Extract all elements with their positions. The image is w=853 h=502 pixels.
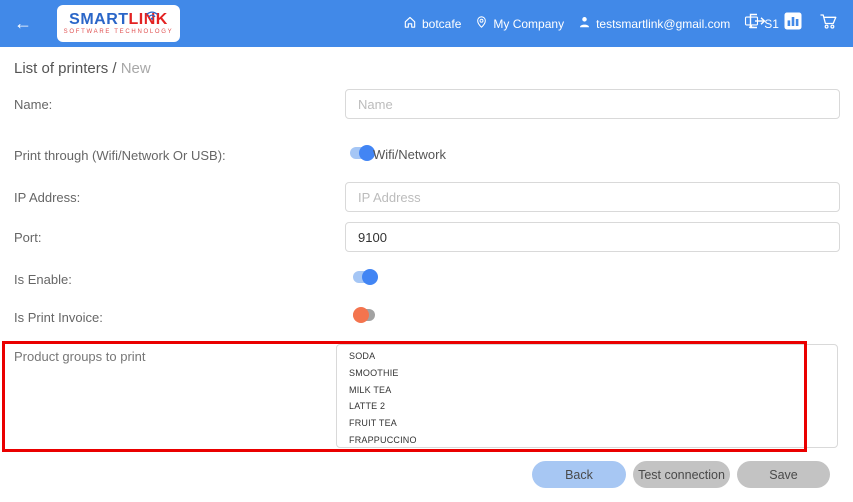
nav-item-label: testsmartlink@gmail.com (596, 16, 731, 31)
product-group-option[interactable]: LATTE 2 (349, 398, 837, 415)
smartlink-logo: SMARTLINK SOFTWARE TECHNOLOGY (57, 5, 180, 42)
user-icon (578, 15, 591, 32)
test-connection-button[interactable]: Test connection (633, 461, 730, 488)
product-group-option[interactable]: FRUIT TEA (349, 415, 837, 432)
print-through-label: Print through (Wifi/Network Or USB): (14, 148, 226, 163)
bar-chart-icon[interactable] (784, 12, 802, 35)
is-enable-toggle[interactable] (353, 269, 379, 285)
toggle-knob (353, 307, 369, 323)
port-label: Port: (14, 230, 42, 245)
nav-item-label: My Company (493, 16, 565, 31)
nav-item-account[interactable]: testsmartlink@gmail.com (578, 15, 730, 32)
product-group-option[interactable]: FRAPPUCCINO (349, 432, 837, 447)
breadcrumb-list-of-printers[interactable]: List of printers / (14, 60, 117, 77)
header-nav: botcafe My Company testsmartlink@gmail.c… (403, 0, 779, 47)
printer-new-page: ← SMARTLINK SOFTWARE TECHNOLOGY botcafe (0, 0, 853, 502)
is-print-invoice-label: Is Print Invoice: (14, 310, 103, 325)
product-groups-list[interactable]: SODA SMOOTHIE MILK TEA LATTE 2 FRUIT TEA FRAP… (336, 344, 838, 448)
back-button[interactable]: Back (532, 461, 626, 488)
cart-icon[interactable] (819, 13, 838, 35)
app-header: ← SMARTLINK SOFTWARE TECHNOLOGY botcafe (0, 0, 853, 47)
nav-item-label: botcafe (422, 16, 462, 31)
name-input[interactable] (345, 89, 840, 119)
logo-subtitle: SOFTWARE TECHNOLOGY (63, 29, 174, 35)
home-icon (403, 15, 417, 32)
nav-item-store[interactable]: botcafe (403, 15, 461, 32)
wifi-icon (145, 7, 159, 25)
save-button[interactable]: Save (737, 461, 830, 488)
location-pin-icon (475, 15, 488, 32)
logout-icon[interactable] (748, 13, 767, 34)
logo-text-primary: SMART (69, 11, 129, 28)
is-print-invoice-toggle[interactable] (353, 307, 379, 323)
back-arrow-icon[interactable]: ← (14, 12, 32, 34)
name-label: Name: (14, 97, 53, 112)
nav-item-company[interactable]: My Company (475, 15, 564, 32)
product-group-option[interactable]: SMOOTHIE (349, 365, 837, 382)
breadcrumb-current-page: New (120, 60, 151, 77)
ip-address-label: IP Address: (14, 190, 81, 205)
ip-address-input[interactable] (345, 182, 840, 212)
is-enable-label: Is Enable: (14, 272, 72, 287)
product-group-option[interactable]: SODA (349, 348, 837, 365)
port-input[interactable] (345, 222, 840, 252)
product-group-option[interactable]: MILK TEA (349, 382, 837, 399)
product-groups-label: Product groups to print (14, 349, 146, 364)
print-through-toggle-label: Wifi/Network (373, 147, 446, 162)
breadcrumb: List of printers / New (14, 60, 151, 77)
toggle-knob (362, 269, 378, 285)
header-actions (748, 0, 838, 47)
